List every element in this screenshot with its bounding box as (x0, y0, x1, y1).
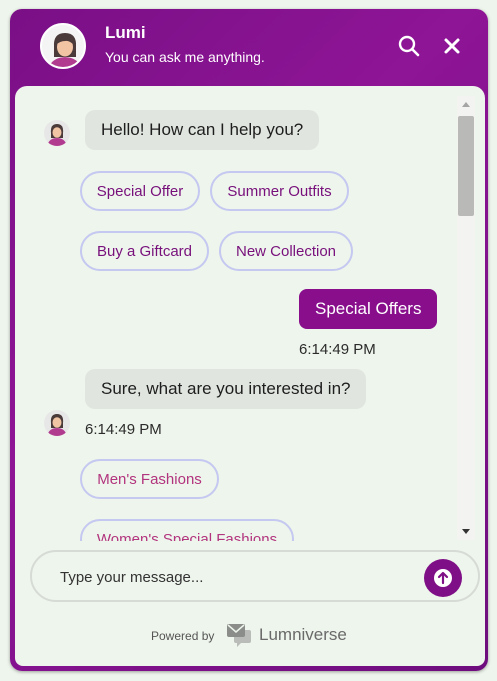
scroll-up-arrow[interactable] (462, 102, 470, 107)
user-message: Special Offers (299, 289, 438, 329)
bot-avatar (40, 23, 86, 69)
quick-reply-special-offer[interactable]: Special Offer (80, 171, 200, 211)
bot-message-avatar (44, 120, 70, 146)
bot-name: Lumi (105, 23, 146, 42)
user-message-time: 6:14:49 PM (299, 341, 376, 358)
message-list[interactable]: Hello! How can I help you? Special Offer… (15, 86, 457, 541)
quick-reply-womens-special-fashions[interactable]: Women's Special Fashions (80, 519, 294, 541)
close-icon[interactable] (441, 35, 463, 57)
powered-by: Powered by Lumniverse (15, 620, 485, 650)
quick-reply-mens-fashions[interactable]: Men's Fashions (80, 459, 219, 499)
search-icon[interactable] (398, 35, 420, 57)
quick-reply-new-collection[interactable]: New Collection (219, 231, 353, 271)
message-input[interactable] (60, 566, 410, 588)
powered-by-label: Powered by (151, 629, 215, 643)
message-input-box (30, 550, 480, 602)
bot-message-time: 6:14:49 PM (85, 421, 162, 438)
scroll-down-arrow[interactable] (462, 529, 470, 534)
bot-message: Hello! How can I help you? (85, 110, 320, 150)
chat-widget: Lumi You can ask me anything. Hello! How… (10, 9, 488, 671)
scroll-thumb[interactable] (458, 116, 474, 216)
quick-reply-summer-outfits[interactable]: Summer Outfits (210, 171, 349, 211)
brand-name[interactable]: Lumniverse (259, 625, 347, 645)
scrollbar[interactable] (457, 96, 475, 540)
bot-message-avatar (44, 410, 70, 436)
bot-subtitle: You can ask me anything. (105, 49, 265, 65)
arrow-up-icon (434, 569, 452, 587)
bot-message: Sure, what are you interested in? (85, 369, 367, 409)
quick-reply-buy-giftcard[interactable]: Buy a Giftcard (80, 231, 209, 271)
chat-bubble-icon (227, 624, 251, 647)
chat-panel: Hello! How can I help you? Special Offer… (15, 86, 485, 666)
send-button[interactable] (424, 559, 462, 597)
